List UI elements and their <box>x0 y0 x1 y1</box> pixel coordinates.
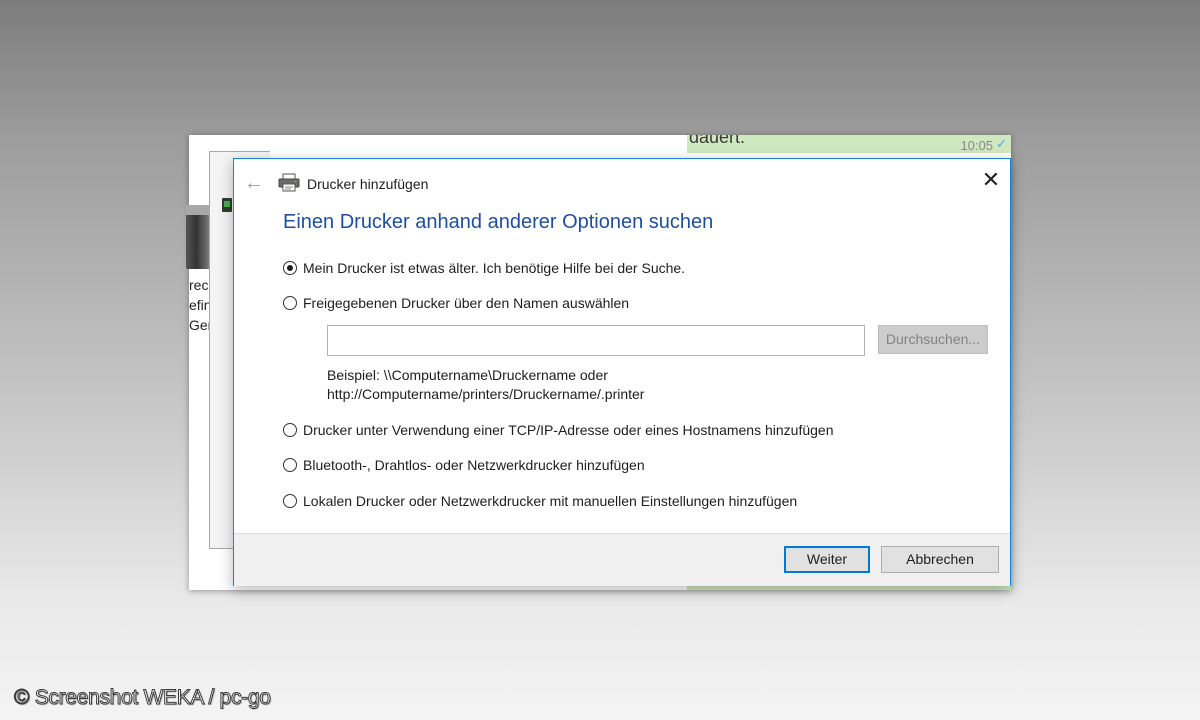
radio-local-manual[interactable] <box>283 494 297 508</box>
example-text-line-2: http://Computername/printers/Druckername… <box>327 386 645 402</box>
option-shared-printer-label: Freigegebenen Drucker über den Namen aus… <box>303 295 630 311</box>
back-arrow-icon[interactable]: ← <box>242 171 266 195</box>
option-bluetooth-label: Bluetooth-, Drahtlos- oder Netzwerkdruck… <box>303 457 645 473</box>
example-text-line-1: Beispiel: \\Computername\Druckername ode… <box>327 367 608 383</box>
radio-bluetooth-wireless[interactable] <box>283 458 297 472</box>
chat-message-bubble: dauert. 10:05 ✓ <box>687 135 1011 153</box>
option-older-printer[interactable]: Mein Drucker ist etwas älter. Ich benöti… <box>283 260 685 276</box>
option-bluetooth-wireless[interactable]: Bluetooth-, Drahtlos- oder Netzwerkdruck… <box>283 457 645 473</box>
device-small-icon <box>222 198 232 212</box>
add-printer-dialog: ← Drucker hinzufügen ✕ Einen Drucker anh… <box>233 158 1011 586</box>
radio-older-printer[interactable] <box>283 261 297 275</box>
dialog-title: Drucker hinzufügen <box>307 176 429 192</box>
printer-name-input[interactable] <box>327 325 865 356</box>
radio-tcpip[interactable] <box>283 423 297 437</box>
radio-shared-printer-by-name[interactable] <box>283 296 297 310</box>
option-local-manual[interactable]: Lokalen Drucker oder Netzwerkdrucker mit… <box>283 493 797 509</box>
check-icon: ✓ <box>996 136 1007 151</box>
chat-message-time: 10:05 <box>960 138 993 153</box>
option-tcpip[interactable]: Drucker unter Verwendung einer TCP/IP-Ad… <box>283 422 833 438</box>
browse-button[interactable]: Durchsuchen... <box>878 325 988 354</box>
option-tcpip-label: Drucker unter Verwendung einer TCP/IP-Ad… <box>303 422 834 438</box>
printer-icon <box>278 173 300 192</box>
page-title: Einen Drucker anhand anderer Optionen su… <box>283 211 714 233</box>
dialog-footer: Weiter Abbrechen <box>234 533 1010 586</box>
option-local-manual-label: Lokalen Drucker oder Netzwerkdrucker mit… <box>303 493 798 509</box>
chat-message-text: dauert. <box>689 135 746 147</box>
next-button[interactable]: Weiter <box>784 546 870 573</box>
close-icon[interactable]: ✕ <box>978 167 1004 193</box>
cancel-button[interactable]: Abbrechen <box>881 546 999 573</box>
copyright-watermark: © Screenshot WEKA / pc-go <box>14 686 272 710</box>
option-older-printer-label: Mein Drucker ist etwas älter. Ich benöti… <box>303 260 686 276</box>
option-shared-printer-by-name[interactable]: Freigegebenen Drucker über den Namen aus… <box>283 295 629 311</box>
